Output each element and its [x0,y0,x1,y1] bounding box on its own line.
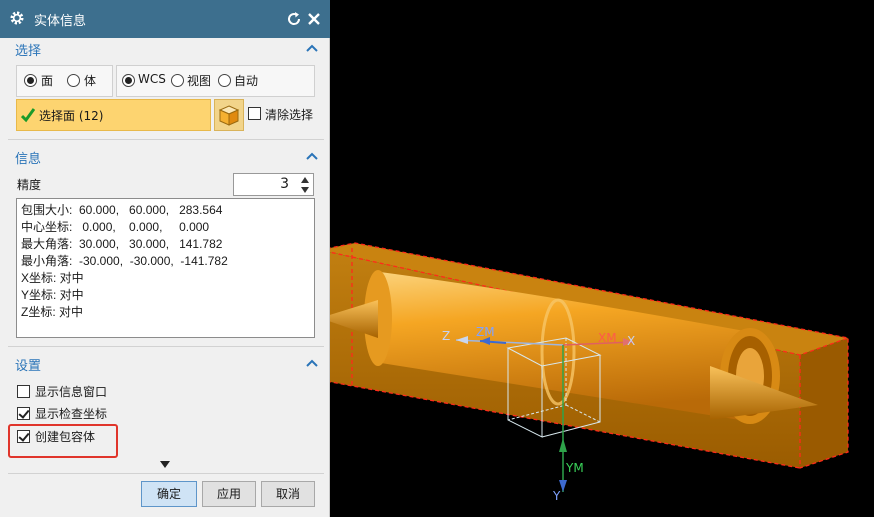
ok-button[interactable]: 确定 [141,481,197,507]
precision-spinner[interactable]: 3 [233,173,314,196]
select-face-label: 选择面 (12) [39,109,104,123]
show-check-coords-label: 显示检查坐标 [35,407,108,421]
radio-face-label: 面 [41,74,54,88]
graphics-viewport[interactable]: Z ZM XM X YM Y [330,0,874,517]
chevron-down-icon[interactable] [160,461,170,469]
cancel-button[interactable]: 取消 [261,481,315,507]
info-line-x-coord: X坐标: 对中 [21,271,84,285]
solid-body-selector-button[interactable] [214,99,244,131]
axis-label-y: Y [552,489,561,503]
clear-selection-checkbox[interactable] [248,107,261,120]
model-scene: Z ZM XM X YM Y [330,242,851,503]
info-line-bounding-size: 包围大小: 60.000, 60.000, 283.564 [21,203,223,217]
settings-section-header[interactable]: 设置 [8,351,324,377]
info-section-header[interactable]: 信息 [8,144,324,170]
green-check-icon [21,108,35,123]
spin-up-icon[interactable] [301,177,309,183]
axis-label-ym: YM [565,461,584,475]
axis-label-x: X [627,334,635,348]
close-icon[interactable] [306,11,322,27]
select-face-button[interactable]: 选择面 (12) [16,99,211,131]
radio-body[interactable] [67,74,80,87]
precision-label: 精度 [17,178,42,192]
radio-view[interactable] [171,74,184,87]
divider [8,346,324,347]
clear-selection-label: 清除选择 [265,108,314,122]
chevron-up-icon[interactable] [306,43,318,53]
radio-wcs-label: WCS [138,72,166,86]
divider [8,139,324,140]
axis-label-xm: XM [598,331,617,345]
chevron-up-icon[interactable] [306,358,318,368]
radio-face[interactable] [24,74,37,87]
select-section-header[interactable]: 选择 [8,36,324,62]
axis-label-zm: ZM [476,325,495,339]
red-highlight-box [8,424,118,458]
info-line-min-corner: 最小角落: -30.000, -30.000, -141.782 [21,254,228,268]
info-text-area[interactable]: 包围大小: 60.000, 60.000, 283.564 中心坐标: 0.00… [16,198,315,338]
info-line-center: 中心坐标: 0.000, 0.000, 0.000 [21,220,210,234]
info-section-title: 信息 [15,152,42,167]
cube-icon [218,105,240,126]
radio-auto[interactable] [218,74,231,87]
precision-value: 3 [280,176,289,192]
divider [8,473,324,474]
show-info-window-label: 显示信息窗口 [35,385,108,399]
info-line-max-corner: 最大角落: 30.000, 30.000, 141.782 [21,237,223,251]
radio-wcs[interactable] [122,74,135,87]
show-info-window-checkbox[interactable] [17,385,30,398]
spin-down-icon[interactable] [301,187,309,193]
axis-label-z: Z [442,329,450,343]
select-section-title: 选择 [15,44,42,59]
settings-section-title: 设置 [15,359,42,374]
entity-info-dialog: 实体信息 选择 面 体 WCS 视图 自动 选择面 (12) 清除选择 信息 精… [0,0,330,517]
coordinate-mode-group: WCS 视图 自动 [116,65,315,97]
reset-icon[interactable] [286,11,302,27]
show-check-coords-checkbox[interactable] [17,407,30,420]
info-line-y-coord: Y坐标: 对中 [21,288,84,302]
apply-button[interactable]: 应用 [202,481,256,507]
dialog-title-bar: 实体信息 [0,0,330,38]
radio-body-label: 体 [84,74,97,88]
radio-auto-label: 自动 [234,74,259,88]
gear-icon [10,11,24,25]
dialog-title: 实体信息 [34,14,87,29]
info-line-z-coord: Z坐标: 对中 [21,305,83,319]
select-type-group: 面 体 [16,65,113,97]
chevron-up-icon[interactable] [306,151,318,161]
radio-view-label: 视图 [187,74,212,88]
